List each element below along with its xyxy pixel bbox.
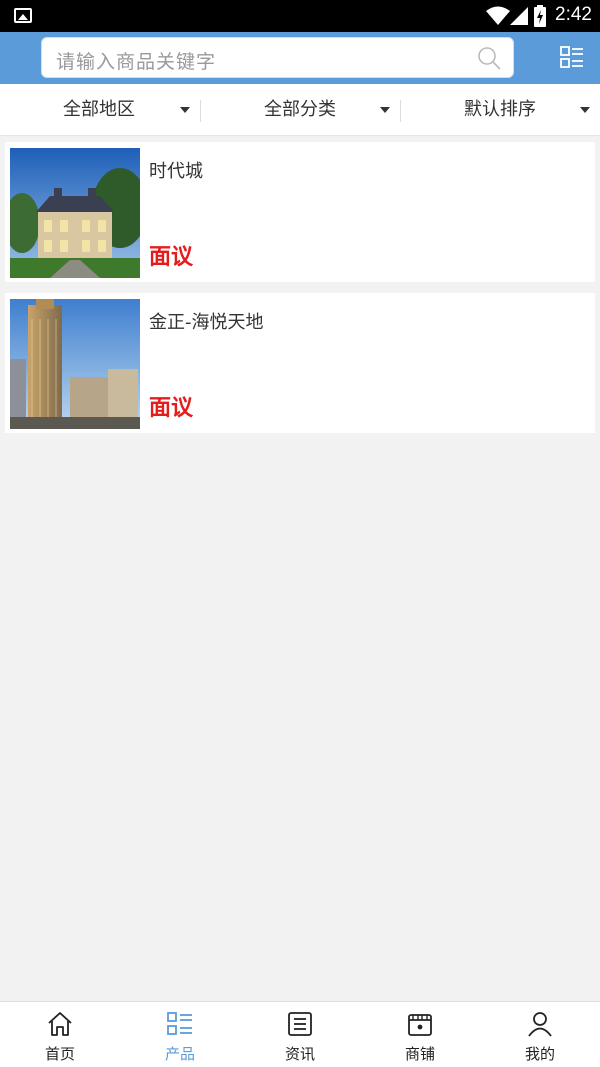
tab-shop-label: 商铺 — [404, 1045, 435, 1063]
tab-mine-label: 我的 — [524, 1045, 555, 1063]
search-placeholder: 请输入商品关键字 — [56, 51, 217, 73]
product-title[interactable]: 金正-海悦天地 — [149, 308, 264, 334]
product-list-icon — [167, 1012, 192, 1035]
chevron-down-icon — [380, 107, 390, 113]
news-icon — [288, 1012, 312, 1036]
tab-news-label: 资讯 — [284, 1045, 315, 1063]
home-icon — [48, 1012, 72, 1036]
search-icon[interactable] — [477, 46, 501, 70]
filter-bar: 全部地区 全部分类 默认排序 — [0, 84, 600, 136]
user-icon — [528, 1012, 552, 1037]
wifi-icon — [486, 6, 510, 25]
battery-charging-icon — [534, 5, 546, 27]
status-bar: 2:42 — [0, 0, 600, 32]
filter-category[interactable]: 全部分类 — [200, 84, 400, 136]
tab-home[interactable]: 首页 — [0, 1002, 120, 1067]
filter-region-label: 全部地区 — [63, 99, 135, 120]
top-header: 请输入商品关键字 — [0, 32, 600, 84]
bottom-tab-bar: 首页 产品 资讯 商铺 我的 — [0, 1001, 600, 1067]
product-image-villa[interactable] — [10, 148, 140, 278]
gallery-notification-icon — [14, 8, 32, 23]
tab-home-label: 首页 — [44, 1045, 75, 1063]
product-price: 面议 — [149, 396, 194, 421]
category-menu-icon[interactable] — [560, 46, 584, 68]
product-image-tower[interactable] — [10, 299, 140, 429]
product-card[interactable]: 时代城 面议 — [5, 142, 595, 282]
chevron-down-icon — [580, 107, 590, 113]
filter-sort[interactable]: 默认排序 — [400, 84, 600, 136]
tab-shop[interactable]: 商铺 — [360, 1002, 480, 1067]
product-card[interactable]: 金正-海悦天地 面议 — [5, 293, 595, 433]
signal-icon — [510, 7, 528, 25]
tab-news[interactable]: 资讯 — [240, 1002, 360, 1067]
status-time: 2:42 — [555, 4, 592, 25]
filter-region[interactable]: 全部地区 — [0, 84, 200, 136]
product-title[interactable]: 时代城 — [149, 157, 203, 183]
search-input[interactable]: 请输入商品关键字 — [41, 37, 514, 78]
filter-sort-label: 默认排序 — [464, 99, 536, 120]
tab-products[interactable]: 产品 — [120, 1002, 240, 1067]
tab-mine[interactable]: 我的 — [480, 1002, 600, 1067]
filter-category-label: 全部分类 — [264, 99, 336, 120]
chevron-down-icon — [180, 107, 190, 113]
product-price: 面议 — [149, 245, 194, 270]
tab-products-label: 产品 — [164, 1045, 195, 1063]
shop-icon — [408, 1014, 432, 1036]
